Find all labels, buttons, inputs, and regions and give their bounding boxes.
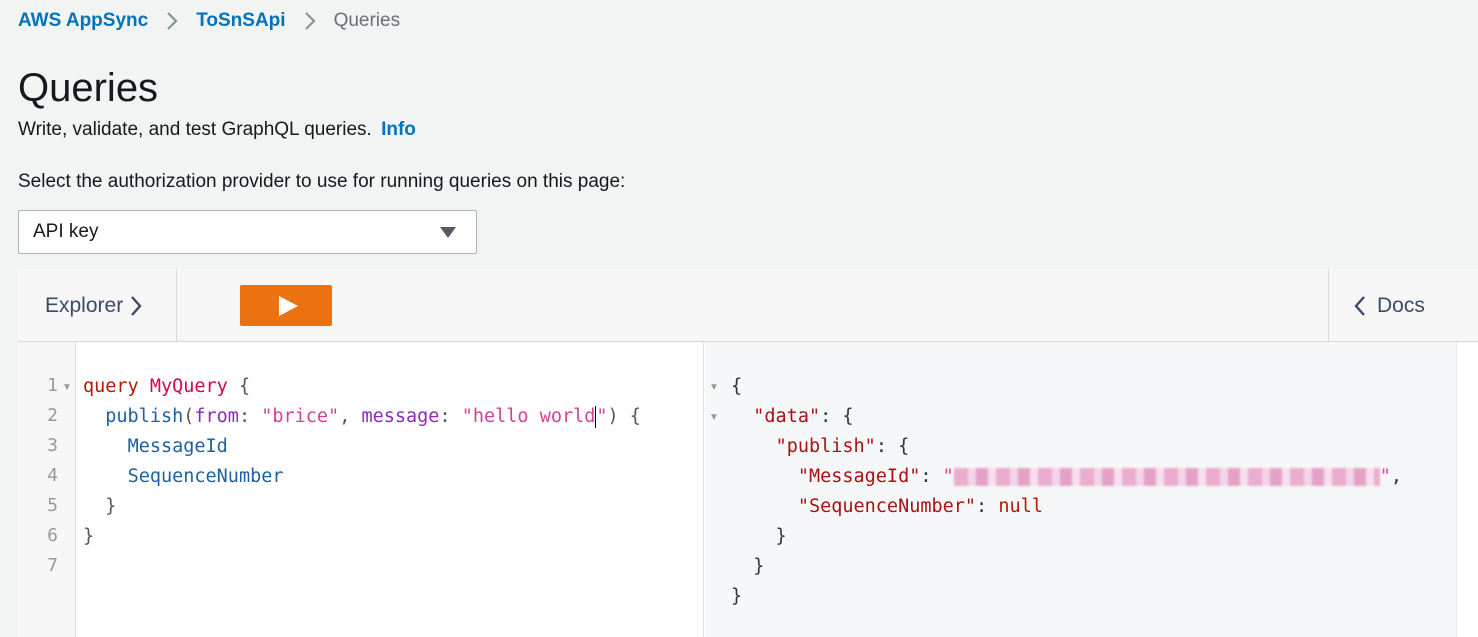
auth-provider-select[interactable]: API key — [18, 210, 477, 254]
json-null-value: null — [998, 496, 1043, 517]
query-keyword: query — [83, 376, 139, 397]
fold-arrow-icon[interactable]: ▼ — [709, 412, 719, 423]
operation-name: MyQuery — [149, 376, 228, 397]
auth-provider-value: API key — [33, 221, 99, 242]
result-line: { — [731, 376, 743, 397]
caret-down-icon — [440, 226, 456, 238]
result-line: "MessageId": " ", — [797, 466, 1403, 487]
breadcrumb: AWS AppSync ToSnSApi Queries — [18, 8, 400, 34]
graphql-console: Explorer Docs 1 ▼ 2 3 4 5 6 7 query MyQu… — [18, 269, 1478, 637]
result-line: } — [731, 586, 743, 607]
json-key-data: "data" — [753, 406, 821, 427]
argument-value-end: " — [596, 406, 608, 427]
argument-name: message — [361, 406, 440, 427]
explorer-button[interactable]: Explorer — [18, 269, 177, 342]
code-line: SequenceNumber — [83, 465, 284, 489]
argument-name: from — [194, 406, 239, 427]
info-link[interactable]: Info — [381, 119, 416, 140]
result-line: "data": { — [753, 406, 854, 427]
subtitle-text: Write, validate, and test GraphQL querie… — [18, 119, 372, 140]
line-number-gutter: 1 ▼ 2 3 4 5 6 7 — [18, 342, 76, 637]
code-line: } — [83, 526, 95, 547]
run-query-button[interactable] — [240, 285, 332, 326]
fold-arrow-icon[interactable]: ▼ — [709, 382, 719, 393]
field-name: publish — [105, 406, 184, 427]
argument-value: "brice" — [261, 406, 340, 427]
json-key-sequence-number: "SequenceNumber" — [797, 496, 977, 517]
line-number: 5 — [47, 495, 58, 516]
line-number: 6 — [47, 525, 58, 546]
page-subtitle: Write, validate, and test GraphQL querie… — [18, 118, 416, 142]
argument-value: "hello world — [461, 406, 596, 427]
result-line: "publish": { — [775, 436, 910, 457]
code-line: } — [105, 496, 117, 517]
result-line: "SequenceNumber": null — [797, 496, 1043, 517]
query-editor[interactable]: 1 ▼ 2 3 4 5 6 7 query MyQuery { publish(… — [18, 342, 704, 637]
play-icon — [278, 295, 298, 316]
docs-button[interactable]: Docs — [1328, 269, 1478, 342]
line-number: 2 — [47, 405, 58, 426]
result-line: } — [731, 526, 787, 547]
query-toolbar: Explorer Docs — [18, 269, 1478, 342]
chevron-right-icon — [166, 11, 178, 31]
redacted-message-id — [953, 468, 1380, 486]
selection-field: MessageId — [127, 436, 228, 457]
page-title: Queries — [18, 66, 159, 110]
code-line: publish(from: "brice", message: "hello w… — [105, 406, 641, 428]
json-key-message-id: "MessageId" — [797, 466, 921, 487]
result-viewer: ▼ ▼ { "data": { "publish": { "MessageId"… — [705, 342, 1456, 637]
docs-label: Docs — [1377, 293, 1425, 317]
line-number: 7 — [47, 555, 58, 576]
line-number: 1 — [47, 375, 58, 396]
json-key-publish: "publish" — [775, 436, 876, 457]
breadcrumb-current: Queries — [333, 10, 401, 31]
code-line: MessageId — [83, 435, 228, 459]
result-line: } — [731, 556, 765, 577]
chevron-right-icon — [131, 295, 142, 316]
chevron-left-icon — [1354, 295, 1365, 316]
fold-arrow-icon[interactable]: ▼ — [62, 382, 72, 393]
line-number: 4 — [47, 465, 58, 486]
explorer-label: Explorer — [45, 293, 124, 317]
breadcrumb-link-api[interactable]: ToSnSApi — [196, 10, 285, 32]
line-number: 3 — [47, 435, 58, 456]
result-scrollbar-track[interactable] — [1456, 342, 1478, 637]
code-line: query MyQuery { — [83, 376, 251, 397]
breadcrumb-link-appsync[interactable]: AWS AppSync — [18, 10, 148, 32]
chevron-right-icon — [304, 11, 316, 31]
auth-provider-label: Select the authorization provider to use… — [18, 171, 626, 192]
selection-field: SequenceNumber — [127, 466, 284, 487]
